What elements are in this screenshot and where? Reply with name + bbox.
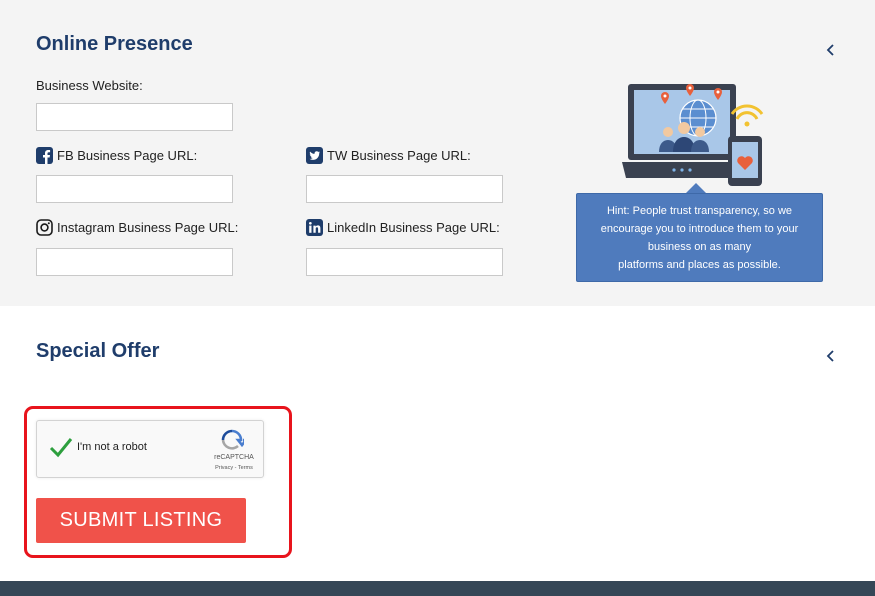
twitter-icon bbox=[306, 147, 323, 164]
linkedin-icon bbox=[306, 219, 323, 236]
linkedin-url-input[interactable] bbox=[306, 248, 503, 276]
recaptcha-checkbox[interactable] bbox=[48, 435, 74, 459]
instagram-url-label: Instagram Business Page URL: bbox=[36, 219, 238, 236]
hint-box: Hint: People trust transparency, so we e… bbox=[576, 193, 823, 282]
business-website-input[interactable] bbox=[36, 103, 233, 131]
recaptcha-widget: I'm not a robot reCAPTCHA Privacy - Term… bbox=[36, 420, 264, 478]
fb-url-label-text: FB Business Page URL: bbox=[57, 148, 198, 163]
tw-url-input[interactable] bbox=[306, 175, 503, 203]
linkedin-url-label-text: LinkedIn Business Page URL: bbox=[327, 220, 500, 235]
hint-line: Hint: People trust transparency, so we bbox=[606, 205, 793, 217]
hint-line: platforms and places as possible. bbox=[618, 259, 781, 271]
special-offer-title: Special Offer bbox=[36, 340, 160, 362]
chevron-left-icon[interactable] bbox=[824, 349, 838, 363]
business-website-label-text: Business Website: bbox=[36, 78, 143, 93]
recaptcha-terms-link[interactable]: Terms bbox=[238, 465, 253, 471]
fb-url-label: FB Business Page URL: bbox=[36, 147, 197, 164]
facebook-icon bbox=[36, 147, 53, 164]
instagram-url-input[interactable] bbox=[36, 248, 233, 276]
footer-bar bbox=[0, 581, 875, 596]
fb-url-input[interactable] bbox=[36, 175, 233, 203]
instagram-icon bbox=[36, 219, 53, 236]
recaptcha-brand: reCAPTCHA bbox=[214, 454, 254, 461]
business-website-label: Business Website: bbox=[36, 78, 143, 93]
instagram-url-label-text: Instagram Business Page URL: bbox=[57, 220, 239, 235]
recaptcha-logo-icon bbox=[220, 429, 249, 451]
tw-url-label-text: TW Business Page URL: bbox=[327, 148, 471, 163]
recaptcha-separator: - bbox=[234, 465, 237, 471]
tw-url-label: TW Business Page URL: bbox=[306, 147, 471, 164]
recaptcha-label: I'm not a robot bbox=[77, 441, 147, 453]
recaptcha-privacy-link[interactable]: Privacy bbox=[215, 465, 233, 471]
hint-line: business on as many bbox=[647, 241, 752, 253]
hint-arrow bbox=[686, 183, 706, 193]
submit-listing-button[interactable]: SUBMIT LISTING bbox=[36, 498, 246, 543]
linkedin-url-label: LinkedIn Business Page URL: bbox=[306, 219, 500, 236]
online-presence-title: Online Presence bbox=[36, 33, 193, 55]
chevron-left-icon[interactable] bbox=[824, 43, 838, 57]
check-icon bbox=[49, 438, 73, 458]
hint-line: encourage you to introduce them to your bbox=[600, 223, 799, 235]
online-presence-illustration bbox=[620, 80, 770, 188]
recaptcha-links: Privacy - Terms bbox=[209, 465, 259, 471]
